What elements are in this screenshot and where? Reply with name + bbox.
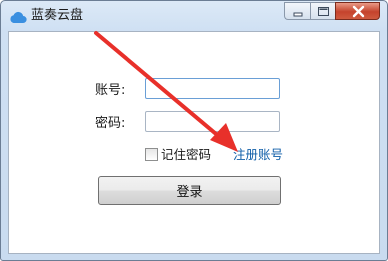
account-label: 账号: — [95, 83, 126, 98]
account-input[interactable] — [145, 78, 280, 99]
minimize-button[interactable] — [284, 2, 310, 20]
close-button[interactable] — [335, 2, 380, 20]
window-title: 蓝奏云盘 — [31, 8, 84, 23]
client-area — [8, 31, 380, 254]
password-input[interactable] — [145, 111, 280, 132]
maximize-icon — [318, 7, 329, 16]
remember-password-checkbox[interactable] — [145, 148, 158, 161]
minimize-icon — [293, 12, 303, 17]
register-account-link[interactable]: 注册账号 — [233, 147, 283, 163]
login-button[interactable]: 登录 — [98, 176, 281, 205]
cloud-icon — [9, 9, 27, 24]
close-icon — [352, 5, 365, 18]
remember-password-label[interactable]: 记住密码 — [161, 147, 211, 163]
password-label: 密码: — [95, 116, 126, 131]
title-bar[interactable]: 蓝奏云盘 — [1, 1, 387, 31]
maximize-button[interactable] — [310, 2, 335, 20]
